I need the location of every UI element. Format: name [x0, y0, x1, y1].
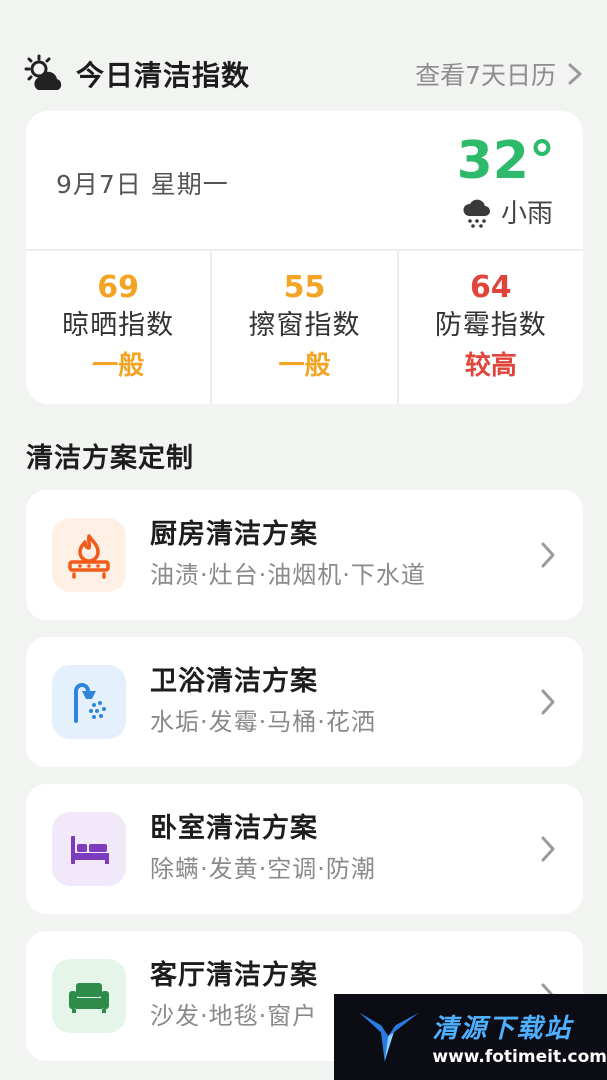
plan-text: 卫浴清洁方案 水垢·发霉·马桶·花洒 — [150, 662, 539, 742]
sofa-icon — [69, 983, 109, 1013]
watermark-logo-icon — [359, 1012, 419, 1062]
index-drying[interactable]: 69 晾晒指数 一般 — [26, 251, 213, 404]
index-name: 晾晒指数 — [62, 309, 175, 341]
section-title: 清洁方案定制 — [26, 443, 194, 474]
watermark-overlay: 清源下载站 www.fotimeit.com — [334, 994, 607, 1080]
plan-title: 客厅清洁方案 — [150, 960, 318, 991]
weather-condition-label: 小雨 — [500, 199, 553, 229]
watermark-text: 清源下载站 www.fotimeit.com — [432, 1008, 607, 1067]
date-text: 9月7日 星期一 — [56, 170, 229, 199]
index-value: 69 — [97, 269, 140, 305]
plan-subtitle: 除螨·发黄·空调·防潮 — [150, 855, 376, 883]
index-row: 69 晾晒指数 一般 55 擦窗指数 一般 64 防霉指数 较高 — [26, 251, 583, 404]
index-window-cleaning[interactable]: 55 擦窗指数 一般 — [212, 251, 399, 404]
index-name: 防霉指数 — [434, 309, 547, 341]
plan-icon-box — [52, 518, 126, 592]
plan-subtitle: 水垢·发霉·马桶·花洒 — [150, 708, 376, 736]
index-mildew[interactable]: 64 防霉指数 较高 — [399, 251, 583, 404]
page-title: 今日清洁指数 — [76, 59, 251, 92]
index-name: 擦窗指数 — [248, 309, 361, 341]
plan-icon-box — [52, 812, 126, 886]
plan-card-bathroom[interactable]: 卫浴清洁方案 水垢·发霉·马桶·花洒 — [26, 637, 583, 767]
bed-icon — [71, 836, 109, 864]
index-level: 一般 — [278, 350, 331, 381]
index-level: 一般 — [92, 350, 145, 381]
index-level: 较高 — [464, 350, 517, 381]
stove-icon — [68, 534, 110, 579]
plan-card-kitchen[interactable]: 厨房清洁方案 油渍·灶台·油烟机·下水道 — [26, 490, 583, 620]
plan-icon-box — [52, 665, 126, 739]
chevron-right-icon — [541, 542, 555, 568]
calendar-link-label: 查看7天日历 — [415, 61, 556, 90]
shower-icon — [74, 683, 106, 723]
temperature: 32° — [456, 131, 555, 191]
header: 今日清洁指数 查看7天日历 — [24, 52, 584, 96]
rain-cloud-icon — [463, 199, 490, 228]
chevron-right-icon — [568, 63, 582, 85]
chevron-right-icon — [541, 836, 555, 862]
weather-row: 9月7日 星期一 32° 小雨 — [26, 111, 583, 251]
plan-title: 厨房清洁方案 — [150, 519, 318, 550]
weather-sun-cloud-icon — [24, 54, 62, 90]
plan-text: 卧室清洁方案 除螨·发黄·空调·防潮 — [150, 809, 539, 889]
cleaning-index-card: 9月7日 星期一 32° 小雨 69 晾晒指数 一般 55 擦窗指数 一般 64 — [26, 111, 583, 404]
plan-card-bedroom[interactable]: 卧室清洁方案 除螨·发黄·空调·防潮 — [26, 784, 583, 914]
weather-condition: 小雨 — [461, 193, 553, 230]
plan-icon-box — [52, 959, 126, 1033]
plan-title: 卧室清洁方案 — [150, 813, 318, 844]
index-value: 55 — [283, 269, 326, 305]
plan-subtitle: 油渍·灶台·油烟机·下水道 — [150, 561, 426, 589]
watermark-name: 清源下载站 — [432, 1013, 573, 1044]
plan-text: 厨房清洁方案 油渍·灶台·油烟机·下水道 — [150, 515, 539, 595]
index-value: 64 — [469, 269, 512, 305]
chevron-right-icon — [541, 689, 555, 715]
plan-title: 卫浴清洁方案 — [150, 666, 318, 697]
view-7-day-calendar-link[interactable]: 查看7天日历 — [415, 56, 584, 92]
watermark-url: www.fotimeit.com — [432, 1046, 607, 1067]
